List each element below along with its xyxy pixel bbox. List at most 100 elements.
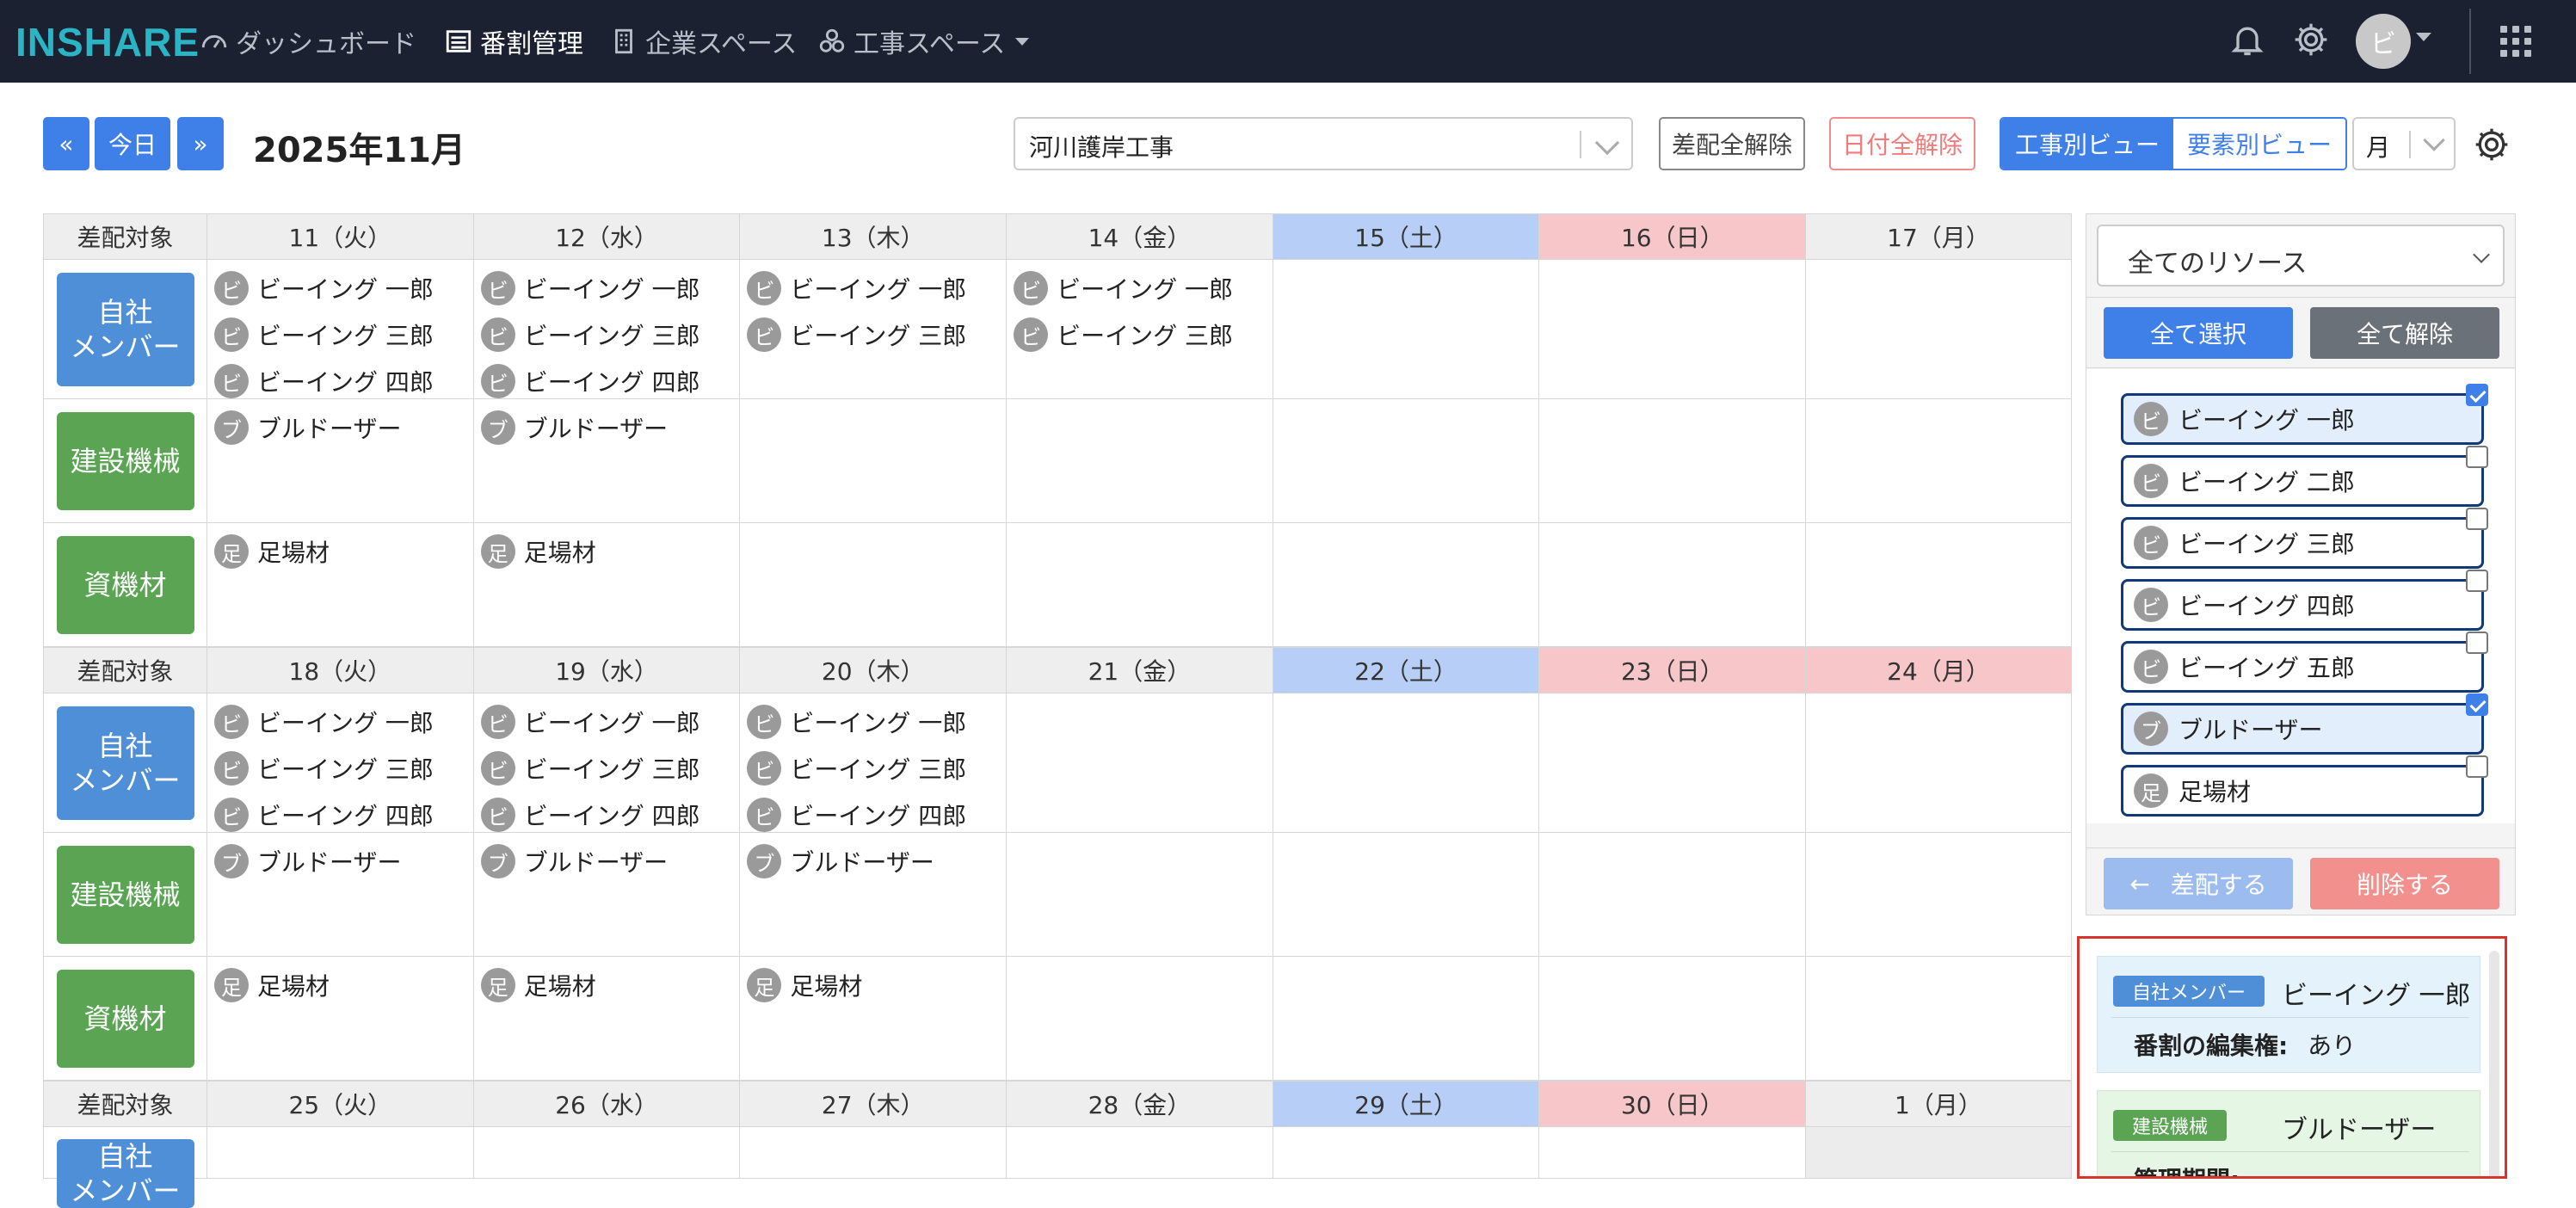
assigned-resource-chip[interactable]: ビビーイング 三郎 xyxy=(747,311,999,358)
day-cell[interactable]: ブブルドーザー xyxy=(472,399,740,523)
resource-list-item[interactable]: 足足場材 xyxy=(2121,755,2488,817)
day-header[interactable]: 25（火） xyxy=(206,1081,473,1127)
day-cell[interactable]: ビビーイング 一郎ビビーイング 三郎ビビーイング 四郎 xyxy=(739,693,1007,833)
day-header[interactable]: 11（火） xyxy=(206,213,473,260)
resource-checkbox[interactable] xyxy=(2466,693,2488,716)
next-month-button[interactable]: » xyxy=(177,117,224,170)
day-cell[interactable] xyxy=(1538,260,1806,399)
prev-month-button[interactable]: « xyxy=(43,117,89,170)
day-cell[interactable]: ブブルドーザー xyxy=(206,833,473,957)
assigned-resource-chip[interactable]: ブブルドーザー xyxy=(214,404,466,451)
day-cell[interactable] xyxy=(1805,957,2072,1081)
assigned-resource-chip[interactable]: ビビーイング 三郎 xyxy=(480,311,733,358)
resource-list-item[interactable]: ビビーイング 四郎 xyxy=(2121,570,2488,631)
day-header[interactable]: 18（火） xyxy=(206,647,473,693)
day-cell[interactable]: 足足場材 xyxy=(739,957,1007,1081)
calendar-settings-gear-icon[interactable] xyxy=(2473,126,2511,163)
day-cell[interactable]: 足足場材 xyxy=(206,957,473,1081)
day-cell[interactable] xyxy=(1006,1127,1273,1179)
resource-checkbox[interactable] xyxy=(2466,632,2488,654)
app-logo[interactable]: INSHARE xyxy=(15,19,200,65)
assigned-resource-chip[interactable]: ビビーイング 四郎 xyxy=(480,792,733,838)
day-cell[interactable]: 足足場材 xyxy=(472,957,740,1081)
day-header[interactable]: 13（木） xyxy=(739,213,1007,260)
assigned-resource-chip[interactable]: ビビーイング 一郎 xyxy=(747,265,999,311)
select-all-button[interactable]: 全て選択 xyxy=(2104,307,2293,359)
resource-checkbox[interactable] xyxy=(2466,446,2488,468)
resource-list-item[interactable]: ビビーイング 一郎 xyxy=(2121,384,2488,445)
day-cell[interactable] xyxy=(206,1127,473,1179)
day-cell[interactable] xyxy=(472,1127,740,1179)
delete-button[interactable]: 削除する xyxy=(2310,858,2499,909)
bell-icon[interactable] xyxy=(2228,21,2266,59)
day-cell[interactable] xyxy=(1538,833,1806,957)
assigned-resource-chip[interactable]: ビビーイング 四郎 xyxy=(214,358,466,404)
day-cell[interactable] xyxy=(1538,523,1806,647)
day-header[interactable]: 12（水） xyxy=(472,213,740,260)
day-header[interactable]: 21（金） xyxy=(1006,647,1273,693)
assigned-resource-chip[interactable]: ビビーイング 四郎 xyxy=(480,358,733,404)
nav-dashboard[interactable]: ダッシュボード xyxy=(200,22,416,60)
day-cell[interactable] xyxy=(1272,833,1539,957)
resource-checkbox[interactable] xyxy=(2466,570,2488,592)
clear-assignments-button[interactable]: 差配全解除 xyxy=(1659,117,1805,170)
day-cell[interactable] xyxy=(1272,957,1539,1081)
day-cell[interactable] xyxy=(1805,1127,2072,1179)
day-header[interactable]: 1（月） xyxy=(1805,1081,2072,1127)
assigned-resource-chip[interactable]: ビビーイング 一郎 xyxy=(214,699,466,745)
assigned-resource-chip[interactable]: ビビーイング 四郎 xyxy=(214,792,466,838)
assigned-resource-chip[interactable]: ビビーイング 四郎 xyxy=(747,792,999,838)
day-cell[interactable] xyxy=(739,1127,1007,1179)
assign-button[interactable]: ← 差配する xyxy=(2104,858,2293,909)
assigned-resource-chip[interactable]: ビビーイング 一郎 xyxy=(480,699,733,745)
day-header[interactable]: 20（木） xyxy=(739,647,1007,693)
assigned-resource-chip[interactable]: ブブルドーザー xyxy=(480,404,733,451)
day-cell[interactable] xyxy=(1805,523,2072,647)
nav-company-space[interactable]: 企業スペース xyxy=(609,22,797,60)
day-cell[interactable] xyxy=(1006,833,1273,957)
day-cell[interactable] xyxy=(1006,957,1273,1081)
resource-filter-select[interactable]: 全てのリソース xyxy=(2097,225,2505,287)
today-button[interactable]: 今日 xyxy=(95,117,170,170)
day-cell[interactable] xyxy=(1805,833,2072,957)
day-cell[interactable]: ブブルドーザー xyxy=(206,399,473,523)
day-cell[interactable]: ビビーイング 一郎ビビーイング 三郎ビビーイング 四郎 xyxy=(206,260,473,399)
day-cell[interactable] xyxy=(1272,1127,1539,1179)
day-cell[interactable] xyxy=(1272,260,1539,399)
day-cell[interactable] xyxy=(739,523,1007,647)
day-cell[interactable] xyxy=(1006,693,1273,833)
resource-list-item[interactable]: ビビーイング 二郎 xyxy=(2121,446,2488,507)
assigned-resource-chip[interactable]: ビビーイング 一郎 xyxy=(214,265,466,311)
assigned-resource-chip[interactable]: ビビーイング 三郎 xyxy=(214,311,466,358)
day-cell[interactable]: ブブルドーザー xyxy=(472,833,740,957)
resource-checkbox[interactable] xyxy=(2466,508,2488,530)
day-cell[interactable] xyxy=(1006,399,1273,523)
day-cell[interactable]: ビビーイング 一郎ビビーイング 三郎ビビーイング 四郎 xyxy=(472,260,740,399)
day-header[interactable]: 22（土） xyxy=(1272,647,1539,693)
day-cell[interactable]: 足足場材 xyxy=(206,523,473,647)
user-avatar[interactable]: ビ xyxy=(2356,14,2411,69)
day-cell[interactable] xyxy=(1272,523,1539,647)
settings-gear-icon[interactable] xyxy=(2292,21,2330,59)
view-by-project-button[interactable]: 工事別ビュー xyxy=(2001,119,2174,169)
clear-dates-button[interactable]: 日付全解除 xyxy=(1829,117,1975,170)
view-by-element-button[interactable]: 要素別ビュー xyxy=(2173,119,2346,169)
assigned-resource-chip[interactable]: ビビーイング 三郎 xyxy=(214,745,466,792)
resource-checkbox[interactable] xyxy=(2466,755,2488,778)
assigned-resource-chip[interactable]: 足足場材 xyxy=(747,962,999,1008)
day-cell[interactable] xyxy=(1272,693,1539,833)
day-header[interactable]: 19（水） xyxy=(472,647,740,693)
resource-list-item[interactable]: ビビーイング 五郎 xyxy=(2121,632,2488,693)
assigned-resource-chip[interactable]: 足足場材 xyxy=(480,962,733,1008)
day-cell[interactable] xyxy=(1006,523,1273,647)
day-cell[interactable] xyxy=(1805,260,2072,399)
day-header[interactable]: 28（金） xyxy=(1006,1081,1273,1127)
day-header[interactable]: 26（水） xyxy=(472,1081,740,1127)
nav-shift-management[interactable]: 番割管理 xyxy=(444,22,583,60)
nav-project-space[interactable]: 工事スペース xyxy=(817,22,1030,60)
day-header[interactable]: 15（土） xyxy=(1272,213,1539,260)
day-cell[interactable] xyxy=(1805,693,2072,833)
resource-checkbox[interactable] xyxy=(2466,384,2488,406)
assigned-resource-chip[interactable]: ブブルドーザー xyxy=(480,838,733,884)
apps-grid-icon[interactable] xyxy=(2500,26,2531,57)
